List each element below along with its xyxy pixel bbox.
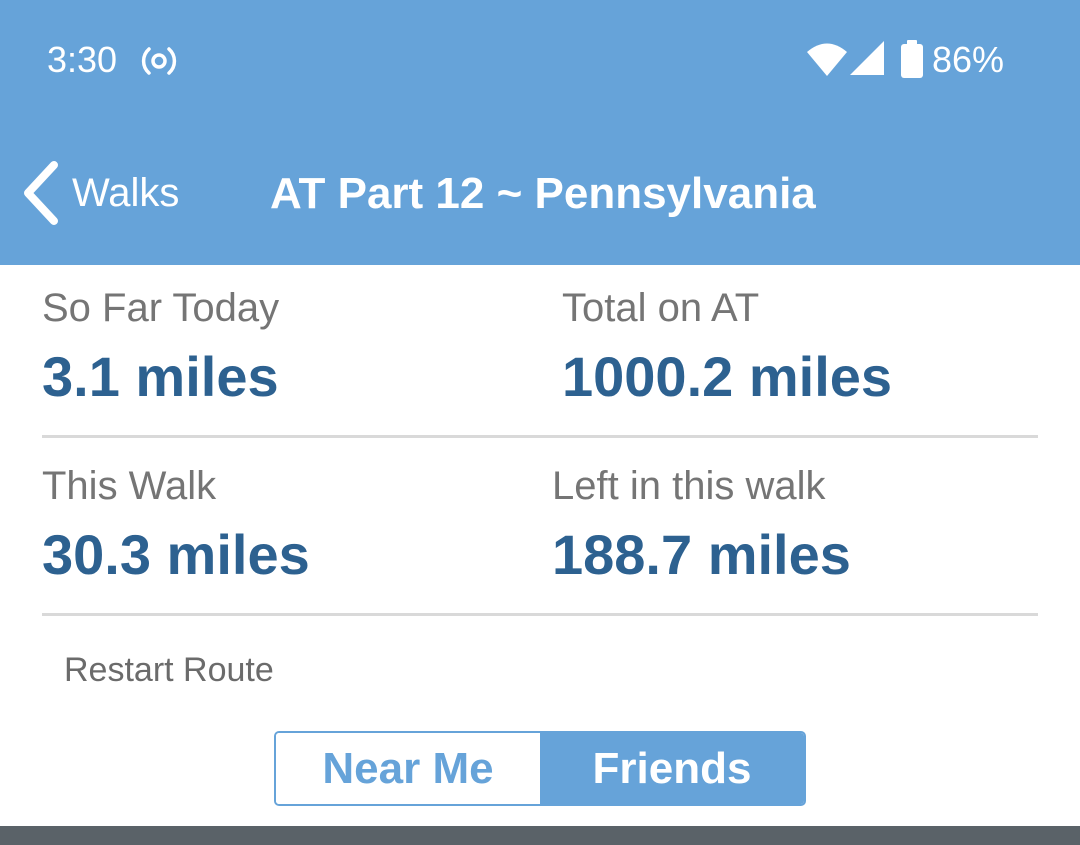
so-far-today-value: 3.1 miles (42, 345, 279, 408)
left-in-walk-value: 188.7 miles (552, 523, 851, 586)
status-time: 3:30 (47, 39, 118, 80)
left-in-walk-label: Left in this walk (552, 464, 826, 508)
this-walk-value: 30.3 miles (42, 523, 310, 586)
total-on-at-value: 1000.2 miles (562, 345, 893, 408)
total-on-at-label: Total on AT (562, 286, 760, 330)
battery-icon (901, 40, 923, 78)
page-title: AT Part 12 ~ Pennsylvania (270, 169, 816, 218)
near-me-tab[interactable]: Near Me (276, 733, 540, 804)
battery-percentage: 86% (932, 39, 1005, 80)
back-button-label: Walks (72, 171, 180, 215)
this-walk-label: This Walk (42, 464, 217, 508)
restart-route-button[interactable]: Restart Route (64, 648, 274, 692)
view-segmented-control: Near Me Friends (274, 731, 806, 806)
divider (42, 435, 1038, 438)
bottom-panel-edge (0, 826, 1080, 845)
radio-broadcast-icon (141, 47, 177, 75)
status-bar: 3:30 86% (0, 0, 1080, 120)
so-far-today-label: So Far Today (42, 286, 280, 330)
chevron-left-icon (24, 161, 58, 225)
cell-signal-icon (850, 41, 884, 75)
divider (42, 613, 1038, 616)
navigation-bar: Walks AT Part 12 ~ Pennsylvania (0, 140, 1080, 250)
back-button[interactable]: Walks (20, 158, 210, 228)
app-header: 3:30 86% Walks AT Part 12 ~ Pennsylvania (0, 0, 1080, 265)
wifi-icon (807, 43, 847, 76)
friends-tab[interactable]: Friends (540, 733, 804, 804)
